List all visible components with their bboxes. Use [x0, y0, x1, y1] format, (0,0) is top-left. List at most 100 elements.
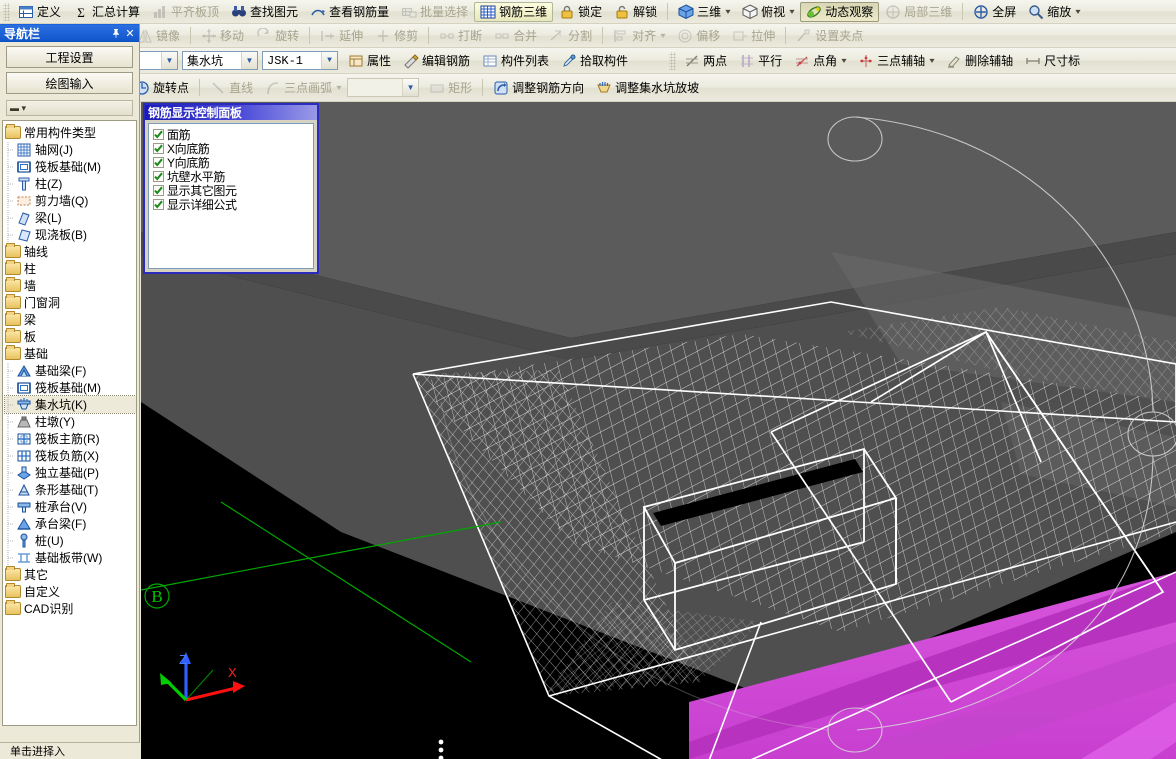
tree-item-16[interactable]: 集水坑(K)	[4, 395, 136, 414]
toolbar-grip[interactable]	[669, 51, 677, 70]
chevron-down-icon[interactable]: ▾	[1076, 7, 1081, 16]
toolbar-grip[interactable]	[3, 2, 10, 21]
properties-button-label: 属性	[367, 54, 392, 68]
tree-indent-guide	[5, 175, 16, 192]
tree-item-22[interactable]: 桩承台(V)	[5, 498, 136, 515]
tree-item-9[interactable]: 墙	[5, 277, 136, 294]
tree-item-4[interactable]: 剪力墙(Q)	[5, 192, 136, 209]
checkbox-checked-icon[interactable]	[153, 198, 164, 210]
tree-item-21[interactable]: 条形基础(T)	[5, 481, 136, 498]
fullscreen-button[interactable]: 全屏	[967, 2, 1022, 22]
component-name-select[interactable]: JSK-1 ▼	[262, 51, 338, 70]
shear-wall-icon	[16, 193, 32, 209]
tree-item-15[interactable]: 筏板基础(M)	[5, 379, 136, 396]
chevron-down-icon[interactable]: ▾	[790, 7, 795, 16]
dimension-mark-button[interactable]: 尺寸标	[1019, 51, 1086, 71]
chevron-down-icon[interactable]: ▼	[321, 52, 337, 69]
project-settings-button[interactable]: 工程设置	[6, 46, 133, 68]
tree-item-3[interactable]: 柱(Z)	[5, 175, 136, 192]
properties-button[interactable]: 属性	[342, 51, 397, 71]
tree-item-5[interactable]: 梁(L)	[5, 209, 136, 226]
adjust-pit-slope-button[interactable]: 调整集水坑放坡	[590, 78, 705, 98]
tree-item-label: 桩(U)	[35, 534, 64, 548]
pick-component-button[interactable]: 拾取构件	[555, 51, 634, 71]
component-list-button[interactable]: 构件列表	[476, 51, 555, 71]
chevron-down-icon[interactable]: ▼	[161, 52, 177, 69]
tree-item-13[interactable]: 基础	[5, 345, 136, 362]
tree-item-23[interactable]: 承台梁(F)	[5, 515, 136, 532]
tree-item-label: 承台梁(F)	[35, 517, 87, 531]
unlock-button[interactable]: 解锁	[608, 2, 663, 22]
tree-item-2[interactable]: 筏板基础(M)	[5, 158, 136, 175]
tree-item-1[interactable]: 轴网(J)	[5, 141, 136, 158]
tree-item-18[interactable]: 筏板主筋(R)	[5, 430, 136, 447]
tree-item-label: 独立基础(P)	[35, 466, 99, 480]
checkbox-checked-icon[interactable]	[153, 156, 164, 168]
cap-beam-icon	[16, 516, 32, 532]
tree-item-7[interactable]: 轴线	[5, 243, 136, 260]
tree-item-label: 柱墩(Y)	[35, 415, 75, 429]
two-point-axis-button[interactable]: 两点	[678, 51, 733, 71]
tree-item-6[interactable]: 现浇板(B)	[5, 226, 136, 243]
edit-rebar-button[interactable]: 编辑钢筋	[397, 51, 476, 71]
close-icon[interactable]: ✕	[123, 26, 137, 40]
chevron-down-icon[interactable]: ▾	[842, 56, 847, 65]
find-element-button[interactable]: 查找图元	[225, 2, 304, 22]
tree-item-27[interactable]: 自定义	[5, 583, 136, 600]
chevron-down-icon[interactable]: ▾	[726, 7, 731, 16]
view-rebar-quantity-button[interactable]: 查看钢筋量	[304, 2, 395, 22]
tree-item-24[interactable]: 桩(U)	[5, 532, 136, 549]
adjust-rebar-direction-button[interactable]: 调整钢筋方向	[487, 78, 590, 98]
tree-indent-guide	[5, 209, 16, 226]
drawing-input-button[interactable]: 绘图输入	[6, 72, 133, 94]
point-angle-axis-button[interactable]: 点角 ▾	[788, 51, 852, 71]
define-button[interactable]: 定义	[12, 2, 67, 22]
tree-item-8[interactable]: 柱	[5, 260, 136, 277]
zoom-button[interactable]: 缩放 ▾	[1022, 2, 1086, 22]
tree-item-19[interactable]: 筏板负筋(X)	[5, 447, 136, 464]
checkbox-checked-icon[interactable]	[153, 142, 164, 154]
checkbox-checked-icon[interactable]	[153, 184, 164, 196]
raft-negative-rebar-icon	[16, 448, 32, 464]
lock-button[interactable]: 锁定	[553, 2, 608, 22]
tree-item-20[interactable]: 独立基础(P)	[5, 464, 136, 481]
tree-item-26[interactable]: 其它	[5, 566, 136, 583]
rebar-display-control-panel[interactable]: 钢筋显示控制面板 面筋 X向底筋 Y向底筋 坑壁水平筋 显示其它图元 显示详细公式	[143, 103, 319, 274]
rebar-3d-button[interactable]: 钢筋三维	[474, 1, 554, 22]
fullscreen-button-label: 全屏	[992, 5, 1017, 19]
checkbox-checked-icon[interactable]	[153, 170, 164, 182]
checkbox-checked-icon[interactable]	[153, 128, 164, 140]
tree-item-label: 梁	[24, 313, 37, 327]
tree-item-label: CAD识别	[24, 602, 74, 616]
tree-item-10[interactable]: 门窗洞	[5, 294, 136, 311]
tree-item-28[interactable]: CAD识别	[5, 600, 136, 617]
pin-icon[interactable]	[109, 26, 123, 40]
edit-rebar-icon	[403, 53, 419, 69]
three-point-aux-axis-button[interactable]: 三点辅轴 ▾	[852, 51, 940, 71]
delete-aux-axis-button[interactable]: 删除辅轴	[940, 51, 1019, 71]
summary-calc-button[interactable]: Σ 汇总计算	[67, 2, 146, 22]
chevron-down-icon[interactable]: ▼	[241, 52, 257, 69]
dynamic-observe-button[interactable]: 动态观察	[800, 1, 880, 22]
batch-select-icon	[401, 4, 417, 20]
tree-item-11[interactable]: 梁	[5, 311, 136, 328]
module-selector-strip[interactable]: ▬ ▾	[6, 100, 133, 116]
show-detailed-formula-checkbox[interactable]: 显示详细公式	[153, 197, 313, 212]
chevron-down-icon[interactable]: ▾	[930, 56, 935, 65]
tree-indent-guide	[5, 464, 16, 481]
view-3d-button[interactable]: 三维 ▾	[672, 2, 736, 22]
tree-item-25[interactable]: 基础板带(W)	[5, 549, 136, 566]
tree-item-17[interactable]: 柱墩(Y)	[5, 413, 136, 430]
application-window: 定义 Σ 汇总计算 平齐板顶 查找图元 查看钢筋量 批量选择 钢筋三维 锁定 解锁 三维 ▾ 俯视 ▾ 动态…	[0, 0, 1176, 759]
tree-item-12[interactable]: 板	[5, 328, 136, 345]
view-top-button[interactable]: 俯视 ▾	[736, 2, 800, 22]
tree-item-label: 柱	[24, 262, 37, 276]
tree-item-14[interactable]: 基础梁(F)	[5, 362, 136, 379]
parallel-axis-button[interactable]: 平行	[733, 51, 788, 71]
tree-item-0[interactable]: 常用构件类型	[5, 124, 136, 141]
tree-indent-guide	[5, 447, 16, 464]
tree-indent-guide	[5, 430, 16, 447]
component-type-select[interactable]: 集水坑 ▼	[182, 51, 258, 70]
local3d-icon	[885, 4, 901, 20]
status-bar: 单击进择入	[0, 742, 140, 759]
